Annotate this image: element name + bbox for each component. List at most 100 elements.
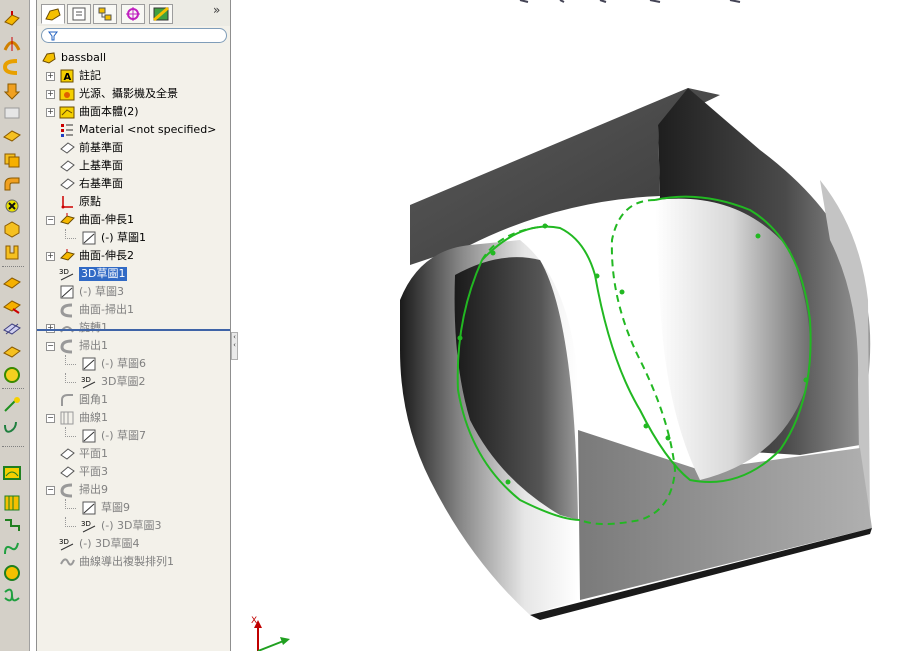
plane-icon xyxy=(60,448,75,460)
tree-item[interactable]: − 曲線1 xyxy=(37,409,230,427)
thicken-icon[interactable] xyxy=(2,220,22,238)
property-icon xyxy=(72,7,86,21)
tree-item[interactable]: 上基準面 xyxy=(37,157,230,175)
panel-splitter[interactable]: ‹ ‹ xyxy=(231,332,238,360)
sketch-point[interactable] xyxy=(542,223,548,229)
tree-item[interactable]: + A 註記 xyxy=(37,67,230,85)
sketch-point[interactable] xyxy=(594,273,600,279)
knit-surface-icon[interactable] xyxy=(2,243,22,261)
tree-item[interactable]: − 曲面-伸長1 xyxy=(37,211,230,229)
tree-item[interactable]: − 掃出9 xyxy=(37,481,230,499)
tree-item[interactable]: 3D 3D草圖1 xyxy=(37,265,230,283)
tree-item-label: 3D草圖1 xyxy=(79,267,128,281)
composite-curve-icon[interactable] xyxy=(2,586,22,604)
tree-item[interactable]: 原點 xyxy=(37,193,230,211)
planar-surface-icon[interactable] xyxy=(2,127,22,145)
tree-item[interactable]: (-) 草圖1 xyxy=(37,229,230,247)
untrim-surface-icon[interactable] xyxy=(2,343,22,361)
curve-dropdown-icon[interactable] xyxy=(2,419,22,437)
tree-item[interactable]: (-) 草圖3 xyxy=(37,283,230,301)
expand-toggle[interactable]: + xyxy=(46,252,55,261)
tree-item[interactable]: 平面3 xyxy=(37,463,230,481)
baseball-surface-model[interactable] xyxy=(400,88,872,620)
split-line-icon[interactable] xyxy=(2,366,22,384)
sketch-point[interactable] xyxy=(457,335,463,341)
extruded-surface-icon[interactable] xyxy=(2,10,22,28)
plane-icon xyxy=(60,466,75,478)
projected-curve-icon[interactable] xyxy=(2,564,22,582)
sketch-icon xyxy=(82,501,96,515)
expand-toggle[interactable]: + xyxy=(46,72,55,81)
tree-item[interactable]: − 掃出1 xyxy=(37,337,230,355)
graphics-viewport[interactable] xyxy=(238,0,918,651)
tree-item[interactable]: (-) 草圖7 xyxy=(37,427,230,445)
tree-item[interactable]: 圓角1 xyxy=(37,391,230,409)
tab-feature-manager[interactable] xyxy=(41,4,65,24)
expand-toggle[interactable]: − xyxy=(46,342,55,351)
tree-root[interactable]: bassball xyxy=(37,49,230,67)
smart-dimension-icon[interactable] xyxy=(2,396,22,414)
boundary-surface-icon[interactable] xyxy=(2,104,22,122)
fill-surface-icon[interactable] xyxy=(2,274,22,292)
sketch-point[interactable] xyxy=(619,289,625,295)
tree-item[interactable]: 曲線導出複製排列1 xyxy=(37,553,230,571)
helix-icon[interactable] xyxy=(2,540,22,558)
sketch-point[interactable] xyxy=(505,479,511,485)
rebuild-icon[interactable] xyxy=(2,494,22,512)
feature-filter-input[interactable] xyxy=(41,28,227,43)
tree-item[interactable]: 草圖9 xyxy=(37,499,230,517)
extend-surface-icon[interactable] xyxy=(2,297,22,315)
rollback-bar[interactable] xyxy=(37,329,230,331)
tree-item[interactable]: Material <not specified> xyxy=(37,121,230,139)
tree-connector xyxy=(65,355,76,365)
expand-toggle[interactable]: + xyxy=(46,108,55,117)
ruled-surface-icon[interactable] xyxy=(2,174,22,192)
polyline-icon[interactable] xyxy=(2,516,22,534)
tree-item[interactable]: 右基準面 xyxy=(37,175,230,193)
tab-display-manager[interactable] xyxy=(149,4,173,24)
surface-sweep-icon xyxy=(60,303,73,318)
tree-item[interactable]: 3D (-) 3D草圖3 xyxy=(37,517,230,535)
tree-item-label: (-) 草圖1 xyxy=(101,231,147,244)
toolbar-separator xyxy=(2,388,24,389)
tab-configuration-manager[interactable] xyxy=(93,4,117,24)
tree-item[interactable]: + 光源、攝影機及全景 xyxy=(37,85,230,103)
tree-item[interactable]: 曲面-掃出1 xyxy=(37,301,230,319)
tree-item[interactable]: 3D 3D草圖2 xyxy=(37,373,230,391)
tree-item-label: (-) 草圖6 xyxy=(101,357,147,370)
tree-item[interactable]: + 曲面本體(2) xyxy=(37,103,230,121)
clipped-annotation-marks xyxy=(519,0,741,3)
sketch-point[interactable] xyxy=(803,377,809,383)
tree-item[interactable]: 3D (-) 3D草圖4 xyxy=(37,535,230,553)
sketch-icon[interactable] xyxy=(2,464,22,482)
tree-item-label: 3D草圖2 xyxy=(101,375,146,388)
trim-surface-icon[interactable] xyxy=(2,320,22,338)
tree-item-label: 曲線導出複製排列1 xyxy=(79,555,174,568)
tab-dimxpert-manager[interactable] xyxy=(121,4,145,24)
tree-item-label: 曲面本體(2) xyxy=(79,105,139,118)
expand-toggle[interactable]: + xyxy=(46,90,55,99)
sketch-point[interactable] xyxy=(643,423,649,429)
sketch-point[interactable] xyxy=(490,250,496,256)
tree-item[interactable]: + 旋轉1 xyxy=(37,319,230,337)
lofted-surface-icon[interactable] xyxy=(2,82,22,100)
swept-surface-icon[interactable] xyxy=(2,58,22,76)
tab-property-manager[interactable] xyxy=(67,4,91,24)
svg-text:A: A xyxy=(64,72,72,83)
tree-item[interactable]: 平面1 xyxy=(37,445,230,463)
tree-connector xyxy=(65,499,76,509)
plane-icon xyxy=(60,178,75,190)
tree-item[interactable]: + 曲面-伸長2 xyxy=(37,247,230,265)
expand-toggle[interactable]: − xyxy=(46,414,55,423)
expand-toggle[interactable]: − xyxy=(46,216,55,225)
sketch-point[interactable] xyxy=(755,233,761,239)
tree-item[interactable]: (-) 草圖6 xyxy=(37,355,230,373)
tree-item[interactable]: 前基準面 xyxy=(37,139,230,157)
expand-toggle[interactable]: − xyxy=(46,486,55,495)
sketch-point[interactable] xyxy=(665,435,671,441)
more-tabs-chevron-icon[interactable]: » xyxy=(213,3,220,17)
revolved-surface-icon[interactable] xyxy=(2,35,22,53)
sketch3d-icon: 3D xyxy=(81,520,96,533)
delete-face-icon[interactable] xyxy=(2,197,22,215)
offset-surface-icon[interactable] xyxy=(2,151,22,169)
